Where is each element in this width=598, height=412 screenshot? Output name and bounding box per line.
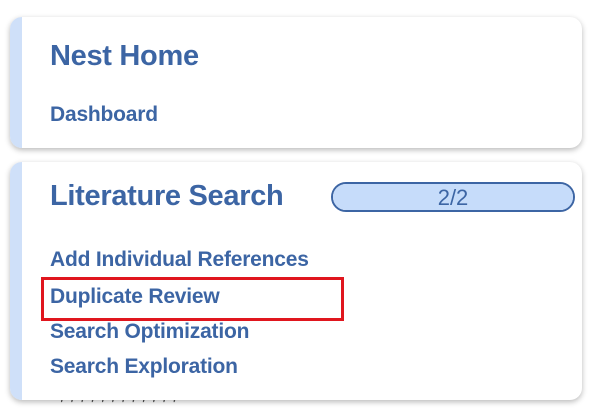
screenshot-stage: — ′ ′ ′ ′ ′ ′ ′ ′ ′ ′ ′ ′ Nest Home Dash… <box>0 0 598 412</box>
panel-accent-bar <box>10 17 22 148</box>
dashboard-link[interactable]: Dashboard <box>50 103 158 127</box>
panel-accent-bar <box>10 162 22 400</box>
search-exploration-link[interactable]: Search Exploration <box>50 355 238 379</box>
search-optimization-link[interactable]: Search Optimization <box>50 320 249 344</box>
add-individual-references-link[interactable]: Add Individual References <box>50 248 309 272</box>
literature-search-title[interactable]: Literature Search <box>50 180 284 213</box>
nest-home-panel <box>10 17 582 148</box>
literature-search-progress-badge: 2/2 <box>331 182 575 212</box>
progress-count: 2/2 <box>437 185 469 210</box>
nest-home-title[interactable]: Nest Home <box>50 40 199 73</box>
duplicate-review-highlight <box>41 277 344 321</box>
